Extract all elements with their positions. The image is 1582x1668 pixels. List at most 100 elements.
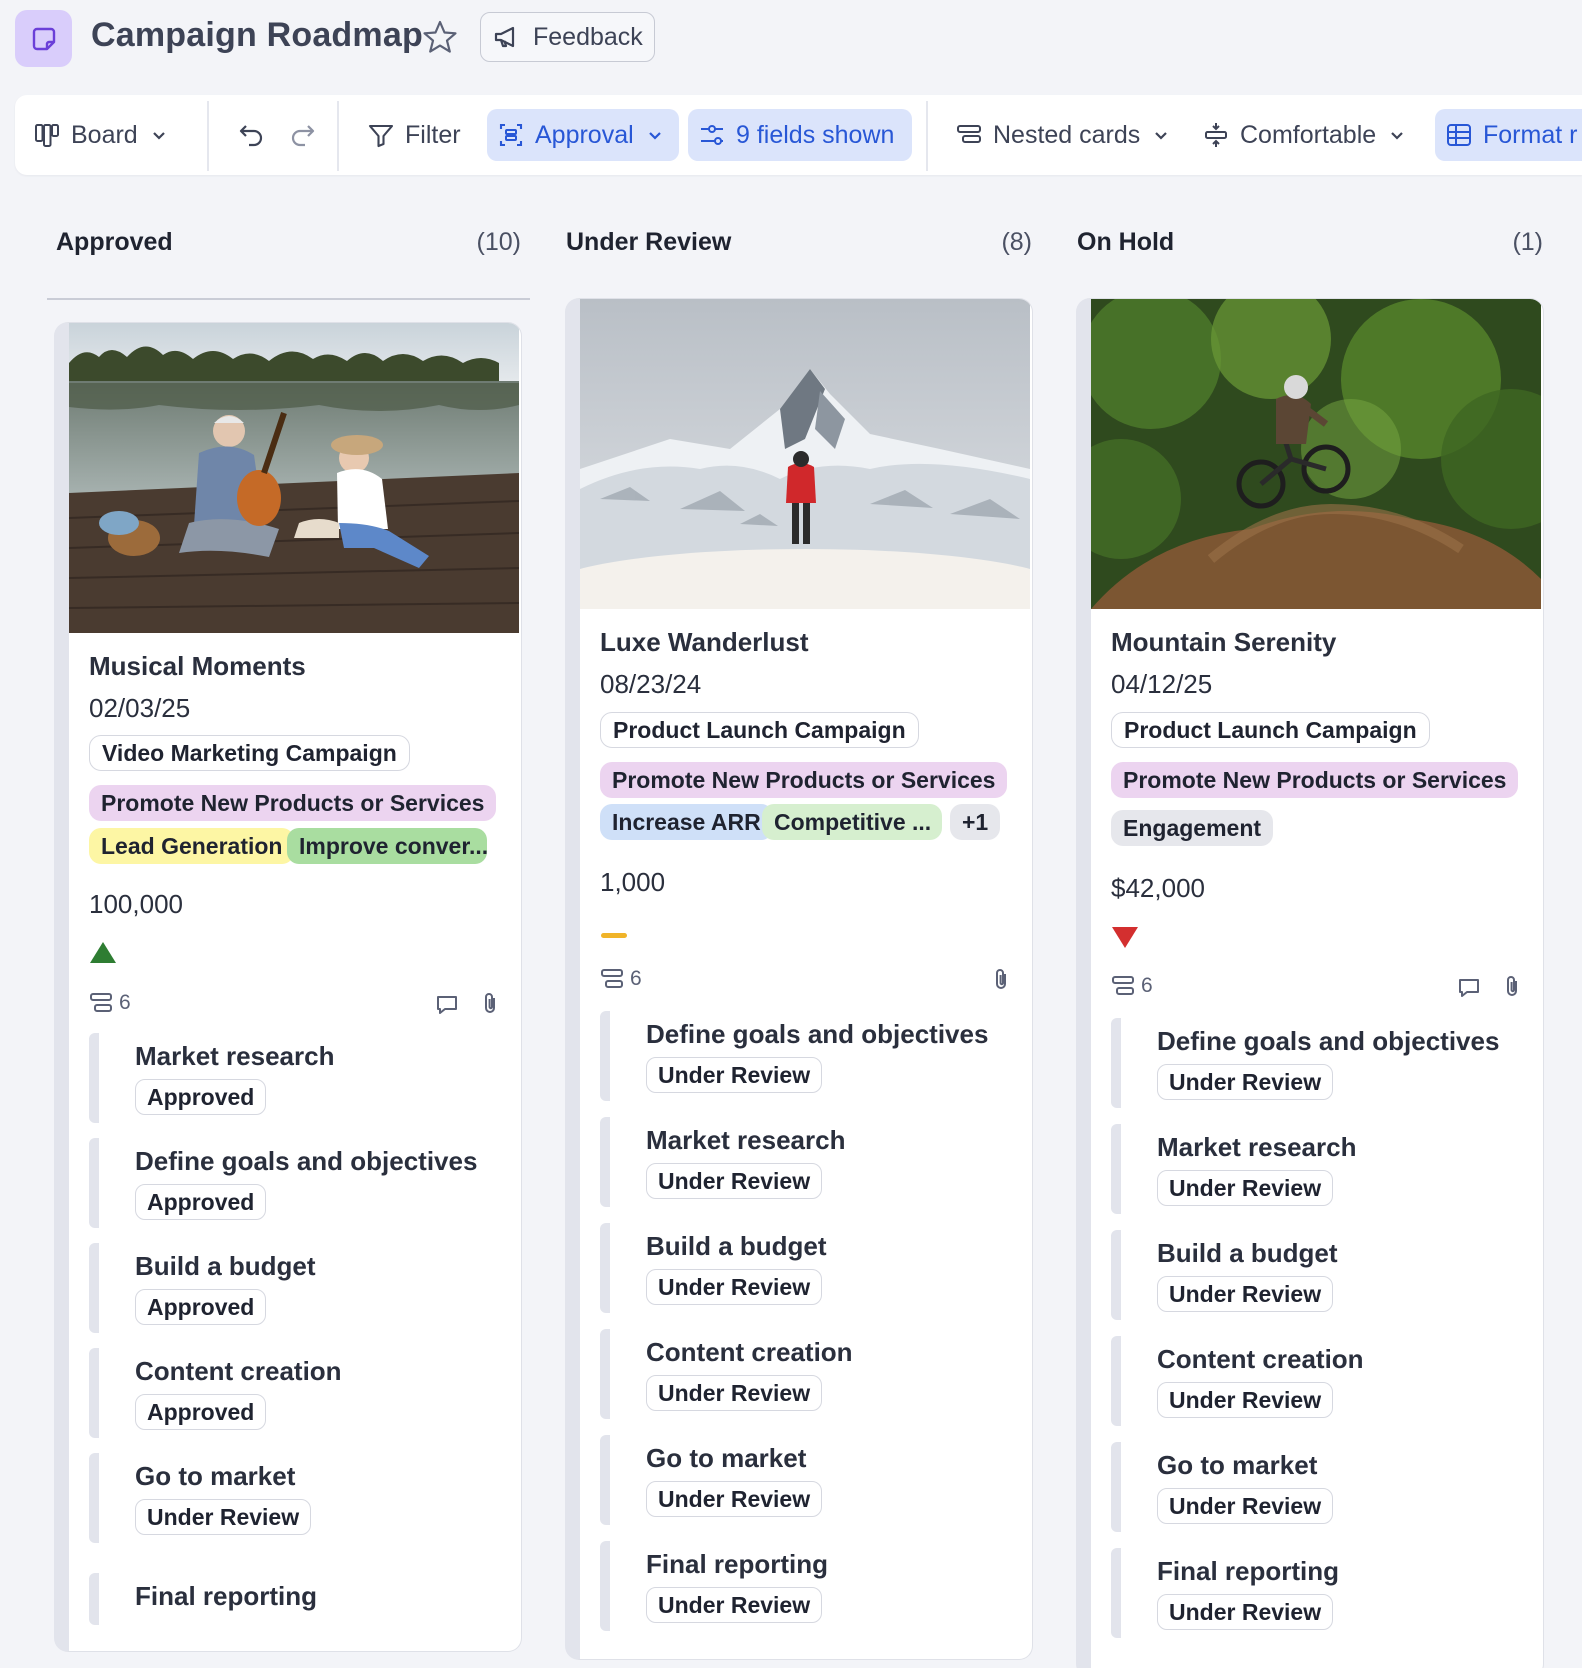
- nested-cards-icon: [601, 969, 623, 988]
- megaphone-icon: [494, 26, 515, 48]
- subtask-item[interactable]: Go to market Under Review: [1111, 1442, 1511, 1532]
- campaign-card[interactable]: Mountain Serenity 04/12/25 Product Launc…: [1076, 298, 1544, 1668]
- subtask-item[interactable]: Content creation Under Review: [1111, 1336, 1511, 1426]
- subtask-title: Build a budget: [135, 1251, 316, 1281]
- card-budget-value: 1,000: [600, 867, 666, 897]
- flat-dash-icon: [600, 927, 628, 945]
- subtask-title: Final reporting: [1157, 1556, 1339, 1586]
- goal-tag: Promote New Products or Services: [1111, 762, 1519, 798]
- column-title: On Hold: [1077, 227, 1175, 256]
- subtask-item[interactable]: Go to market Under Review: [89, 1453, 489, 1543]
- card-title: Musical Moments: [89, 651, 306, 681]
- subtask-title: Build a budget: [1157, 1238, 1338, 1268]
- subtask-item[interactable]: Define goals and objectives Under Review: [600, 1011, 1000, 1101]
- subtask-item[interactable]: Market research Under Review: [1111, 1124, 1511, 1214]
- toolbar: Board Filter Approval 9 fields shown Nes…: [15, 95, 1582, 175]
- card-cover-image: [69, 323, 519, 633]
- subtask-title: Go to market: [1157, 1450, 1318, 1480]
- subtask-item[interactable]: Build a budget Under Review: [600, 1223, 1000, 1313]
- nested-cards-icon: [1112, 976, 1134, 995]
- campaign-card[interactable]: Luxe Wanderlust 08/23/24 Product Launch …: [565, 298, 1033, 1660]
- subtask-status-badge: Approved: [135, 1394, 267, 1430]
- subtasks-count[interactable]: 6: [600, 967, 642, 991]
- subtask-item[interactable]: Content creation Under Review: [600, 1329, 1000, 1419]
- column-header-on-hold[interactable]: On Hold (1): [1077, 222, 1543, 262]
- attachment-icon[interactable]: [1501, 974, 1523, 1006]
- subtask-status-badge: Approved: [135, 1289, 267, 1325]
- subtask-item[interactable]: Final reporting: [89, 1573, 489, 1625]
- subtask-title: Define goals and objectives: [1157, 1026, 1500, 1056]
- column-header-approved[interactable]: Approved (10): [56, 222, 521, 262]
- subtask-title: Final reporting: [646, 1549, 828, 1579]
- card-cover-image: [1091, 299, 1541, 609]
- card-cover-image: [580, 299, 1030, 609]
- subtask-item[interactable]: Content creation Approved: [89, 1348, 489, 1438]
- subtasks-count[interactable]: 6: [1111, 974, 1153, 998]
- board-icon: [35, 124, 59, 147]
- subtask-status-badge: Under Review: [1157, 1276, 1334, 1312]
- feedback-button[interactable]: Feedback: [480, 12, 655, 62]
- card-date: 08/23/24: [600, 669, 702, 699]
- subtasks-count-label: 6: [1141, 974, 1153, 997]
- comment-icon[interactable]: [1457, 976, 1481, 1006]
- sliders-icon: [701, 125, 723, 145]
- subtask-status-badge: Under Review: [646, 1481, 823, 1517]
- chevron-down-icon: [1391, 132, 1403, 140]
- nested-cards-icon: [90, 993, 112, 1012]
- app-icon[interactable]: [15, 10, 72, 67]
- redo-button[interactable]: [277, 109, 327, 161]
- subtask-status-badge: Under Review: [646, 1269, 823, 1305]
- column-count: (1): [1512, 227, 1543, 256]
- card-date: 02/03/25: [89, 693, 191, 723]
- subtask-item[interactable]: Final reporting Under Review: [600, 1541, 1000, 1631]
- subtask-item[interactable]: Market research Under Review: [600, 1117, 1000, 1207]
- undo-button[interactable]: [227, 109, 277, 161]
- goal-tag: Promote New Products or Services: [89, 785, 497, 821]
- subtask-item[interactable]: Build a budget Under Review: [1111, 1230, 1511, 1320]
- group-by-approval-dropdown[interactable]: Approval: [487, 109, 679, 161]
- filter-label: Filter: [405, 120, 461, 149]
- card-meta-row: 6: [89, 991, 501, 1021]
- format-button[interactable]: Format r: [1435, 109, 1582, 161]
- attachment-icon[interactable]: [479, 991, 501, 1023]
- density-label: Comfortable: [1240, 120, 1377, 149]
- subtask-title: Market research: [1157, 1132, 1357, 1162]
- fields-shown-button[interactable]: 9 fields shown: [688, 109, 912, 161]
- column-divider: [47, 298, 530, 300]
- subtask-title: Go to market: [646, 1443, 807, 1473]
- view-switcher-board[interactable]: Board: [23, 109, 178, 161]
- subtask-status-badge: Under Review: [1157, 1488, 1334, 1524]
- card-title: Luxe Wanderlust: [600, 627, 809, 657]
- comment-icon[interactable]: [435, 993, 459, 1023]
- subtask-title: Build a budget: [646, 1231, 827, 1261]
- subtask-title: Go to market: [135, 1461, 296, 1491]
- card-date: 04/12/25: [1111, 669, 1213, 699]
- subtask-item[interactable]: Market research Approved: [89, 1033, 489, 1123]
- attachment-icon[interactable]: [990, 967, 1012, 999]
- subtask-item[interactable]: Build a budget Approved: [89, 1243, 489, 1333]
- goal-tag: Increase ARR: [600, 804, 773, 840]
- filter-button[interactable]: Filter: [357, 109, 471, 161]
- nested-cards-icon: [957, 125, 981, 143]
- subtasks-count[interactable]: 6: [89, 991, 131, 1015]
- campaign-card[interactable]: Musical Moments 02/03/25 Video Marketing…: [54, 322, 522, 1652]
- feedback-label: Feedback: [533, 22, 643, 51]
- column-header-under-review[interactable]: Under Review (8): [566, 222, 1032, 262]
- toolbar-divider: [207, 101, 209, 171]
- favorite-star-icon[interactable]: [420, 18, 460, 58]
- more-tags-badge[interactable]: +1: [950, 804, 1001, 840]
- column-title: Under Review: [566, 227, 732, 256]
- subtask-title: Market research: [135, 1041, 335, 1071]
- subtask-item[interactable]: Define goals and objectives Approved: [89, 1138, 489, 1228]
- density-dropdown[interactable]: Comfortable: [1192, 109, 1416, 161]
- nested-cards-dropdown[interactable]: Nested cards: [945, 109, 1180, 161]
- column-title: Approved: [56, 227, 173, 256]
- document-icon: [32, 27, 55, 50]
- chevron-down-icon: [1155, 132, 1168, 140]
- subtask-item[interactable]: Define goals and objectives Under Review: [1111, 1018, 1511, 1108]
- card-budget-value: 100,000: [89, 889, 183, 919]
- subtask-status-badge: Under Review: [135, 1499, 312, 1535]
- subtask-item[interactable]: Final reporting Under Review: [1111, 1548, 1511, 1638]
- subtask-item[interactable]: Go to market Under Review: [600, 1435, 1000, 1525]
- subtask-title: Content creation: [646, 1337, 853, 1367]
